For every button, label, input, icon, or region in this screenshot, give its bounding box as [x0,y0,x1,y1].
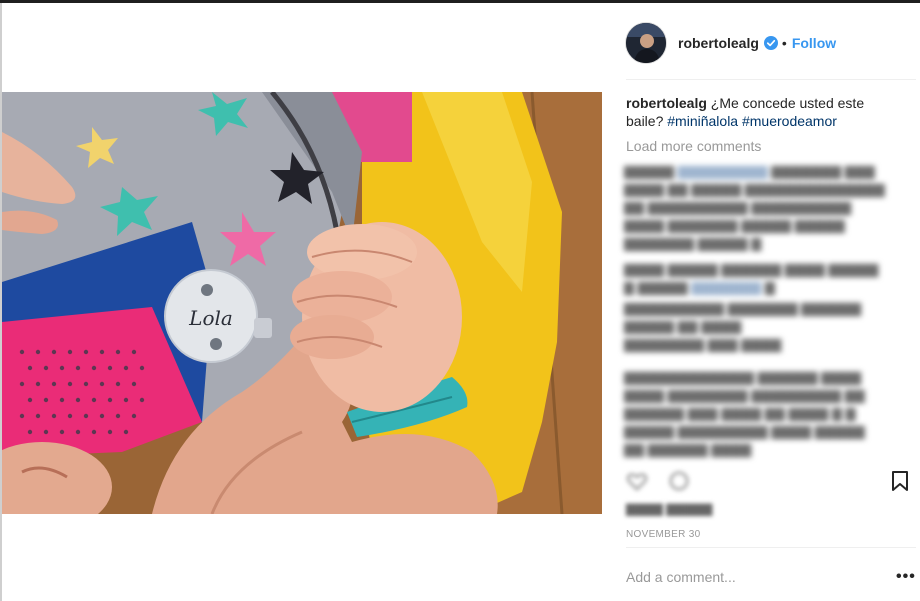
heart-icon[interactable] [626,470,648,492]
blurred-comment: ▇▇▇▇▇ ▇▇▇▇▇▇▇▇▇ ▇▇▇▇▇▇▇ ▇▇▇ ▇▇▇▇ ▇▇ ▇▇▇▇… [624,164,885,251]
hashtag-link[interactable]: #miniñalola [667,113,738,129]
post-header: robertolealg • Follow [626,21,916,65]
caption-username[interactable]: robertolealg [626,95,707,111]
pacifier-label: Lola [188,306,233,330]
post-date: NOVEMBER 30 [626,529,701,540]
post-sidebar: robertolealg • Follow robertolealg ¿Me c… [614,3,920,601]
hashtag-link[interactable]: #muerodeamor [742,113,837,129]
post-caption: robertolealg ¿Me concede usted este bail… [626,94,894,130]
blurred-comment: ▇▇▇▇ ▇▇▇▇▇ ▇▇▇▇▇▇ ▇▇▇▇ ▇▇▇▇▇ ▇ ▇▇▇▇▇ ▇▇▇… [624,262,879,295]
header-separator: • [781,35,787,51]
follow-button[interactable]: Follow [792,35,836,51]
comment-icon[interactable] [668,470,690,492]
avatar-image [626,23,666,63]
more-options-icon[interactable]: ••• [896,568,916,586]
footer-divider [626,547,916,548]
bookmark-icon[interactable] [891,470,909,492]
baby-photo-illustration: Lola [2,92,602,514]
post-photo[interactable]: Lola [2,92,602,514]
header-divider [626,79,916,80]
add-comment-input[interactable] [626,569,876,585]
likes-count: ▇▇▇▇ ▇▇▇▇▇ [626,502,713,516]
username-link[interactable]: robertolealg [678,35,759,51]
blurred-comment: ▇▇▇▇▇▇▇▇▇▇▇▇▇ ▇▇▇▇▇▇ ▇▇▇▇ ▇▇▇▇ ▇▇▇▇▇▇▇▇ … [624,370,865,457]
verified-badge-icon [763,36,778,50]
load-more-comments-button[interactable]: Load more comments [626,138,761,154]
avatar[interactable] [626,23,666,63]
blurred-comment: ▇▇▇▇▇▇▇▇▇▇ ▇▇▇▇▇▇▇ ▇▇▇▇▇▇ ▇▇▇▇▇ ▇▇ ▇▇▇▇ … [624,301,862,352]
